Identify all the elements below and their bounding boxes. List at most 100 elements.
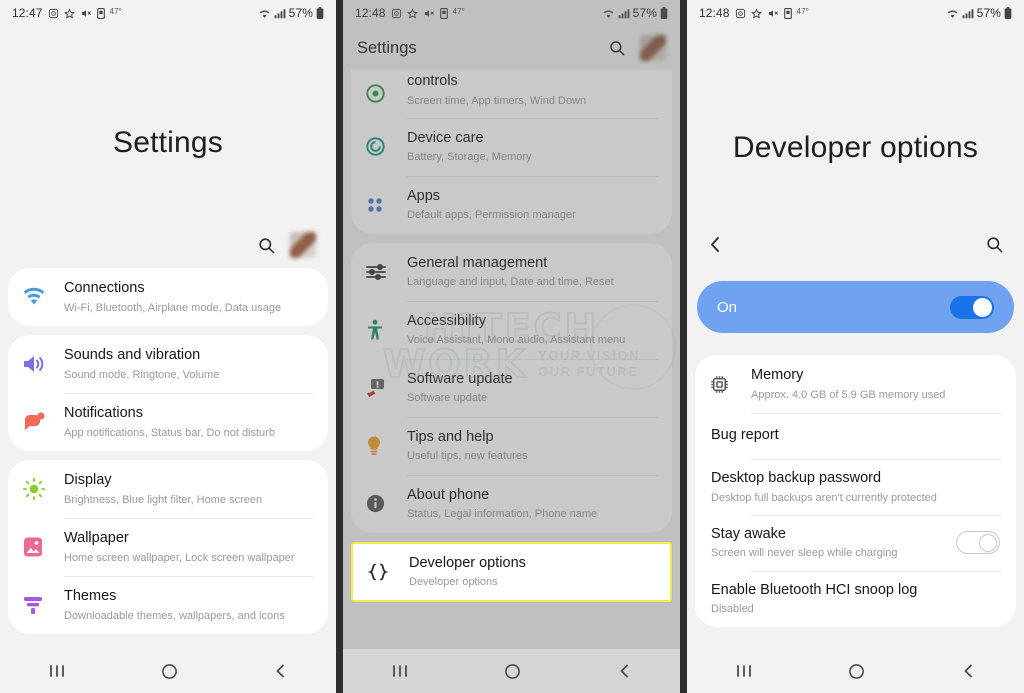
back-chevron-icon[interactable] [707,235,724,254]
status-time: 12:48 [355,6,386,20]
row-subtitle: Home screen wallpaper, Lock screen wallp… [64,551,295,564]
themes-icon [22,594,64,616]
tips-icon [365,435,407,457]
settings-row-wallpaper[interactable]: Wallpaper Home screen wallpaper, Lock sc… [8,518,328,576]
settings-row-themes[interactable]: Themes Downloadable themes, wallpapers, … [8,576,328,634]
recents-icon[interactable] [48,663,66,679]
software-update-icon [365,377,407,399]
avatar[interactable] [640,35,666,61]
system-navigation-bar [0,649,336,693]
signal-icon [274,8,286,19]
dev-row-memory[interactable]: Memory Approx. 4.0 GB of 5.9 GB memory u… [695,355,1016,413]
developer-options-master-toggle[interactable]: On [697,281,1014,333]
wifi-icon [946,8,959,19]
home-icon[interactable] [504,663,521,680]
row-subtitle: Downloadable themes, wallpapers, and ico… [64,609,285,622]
row-title: Desktop backup password [711,470,882,486]
dev-row-desktop-backup-password[interactable]: Desktop backup password Desktop full bac… [695,459,1016,515]
dev-row-stay-awake[interactable]: Stay awake Screen will never sleep while… [695,514,1016,571]
row-title: Themes [64,588,117,605]
screenshot-icon [391,8,402,19]
row-title: Enable Bluetooth HCI snoop log [711,581,918,598]
search-icon[interactable] [257,236,276,255]
search-icon[interactable] [985,235,1004,254]
settings-row-accessibility[interactable]: Accessibility Voice Assistant, Mono audi… [351,300,672,359]
header-actions [0,222,336,268]
status-time: 12:47 [12,6,43,20]
settings-row-apps[interactable]: Apps Default apps, Permission manager [351,175,672,234]
home-icon[interactable] [161,663,178,680]
row-title: Apps [407,187,441,204]
three-phone-screenshot-composite: 12:47 47° 57% Settings Connections Wi-Fi… [0,0,1024,693]
row-subtitle: Brightness, Blue light filter, Home scre… [64,493,263,506]
status-bar: 12:48 47° 57% [687,0,1024,26]
recents-icon[interactable] [391,663,409,679]
search-icon[interactable] [608,39,626,57]
settings-group: Sounds and vibration Sound mode, Rington… [8,335,328,451]
dev-row-enable-bluetooth-hci-snoop-log[interactable]: Enable Bluetooth HCI snoop log Disabled [695,570,1016,627]
wallpaper-icon [22,536,64,558]
battery-icon [316,7,324,19]
row-title: controls [407,73,458,89]
recents-icon[interactable] [735,663,753,679]
star-icon [750,7,762,19]
settings-row-notifications[interactable]: Notifications App notifications, Status … [8,393,328,451]
phone-panel-settings-scrolled: 12:48 47° 57% Settings controls Screen t… [343,0,680,693]
back-icon[interactable] [273,663,288,679]
settings-row-developer-options-highlighted[interactable]: Developer options Developer options [351,541,672,602]
settings-row-display[interactable]: Display Brightness, Blue light filter, H… [8,460,328,518]
row-subtitle: Status, Legal information, Phone name [407,508,598,521]
stay-awake-switch[interactable] [956,531,1000,555]
accessibility-icon [365,319,407,341]
settings-row-sounds-and-vibration[interactable]: Sounds and vibration Sound mode, Rington… [8,335,328,393]
settings-row-connections[interactable]: Connections Wi-Fi, Bluetooth, Airplane m… [8,268,328,326]
row-title: Sounds and vibration [64,347,201,364]
status-bar: 12:47 47° 57% [0,0,336,26]
row-subtitle: Wi-Fi, Bluetooth, Airplane mode, Data us… [64,301,282,314]
phone-panel-settings-home: 12:47 47° 57% Settings Connections Wi-Fi… [0,0,336,693]
settings-row-software-update[interactable]: Software update Software update [351,358,672,417]
signal-icon [962,8,974,19]
row-subtitle: Language and input, Date and time, Reset [407,276,614,289]
sim-icon [439,7,448,19]
back-icon[interactable] [961,663,976,679]
memory-chip-icon [709,374,751,395]
brightness-icon [22,477,64,501]
settings-row-general-management[interactable]: General management Language and input, D… [351,243,672,301]
settings-row-about-phone[interactable]: About phone Status, Legal information, P… [351,474,672,533]
settings-group: Connections Wi-Fi, Bluetooth, Airplane m… [8,268,328,326]
sim-icon [96,7,105,19]
star-icon [406,7,418,19]
settings-row-device-care[interactable]: Device care Battery, Storage, Memory [351,117,672,176]
row-title: Display [64,472,112,489]
row-subtitle: Software update [407,392,488,405]
row-title: Developer options [409,554,526,571]
home-icon[interactable] [848,663,865,680]
panel-divider [336,0,343,693]
app-bar-title: Settings [357,38,417,57]
status-bar: 12:48 47° 57% [343,0,680,26]
avatar[interactable] [290,232,316,258]
master-toggle-switch[interactable] [950,295,994,319]
braces-icon [367,562,409,582]
row-subtitle: Default apps, Permission manager [407,209,576,222]
row-title: Connections [64,280,145,297]
screenshot-icon [735,8,746,19]
mute-icon [767,8,779,19]
apps-icon [365,195,407,215]
row-title: Device care [407,129,484,146]
row-subtitle: Voice Assistant, Mono audio, Assistant m… [407,334,626,347]
info-icon [365,493,407,514]
row-title: General management [407,254,548,271]
phone-panel-developer-options: 12:48 47° 57% Developer options On Memor… [687,0,1024,693]
settings-row-tips-and-help[interactable]: Tips and help Useful tips, new features [351,416,672,475]
screenshot-icon [48,8,59,19]
row-title: Wallpaper [64,530,129,547]
row-subtitle: Sound mode, Ringtone, Volume [64,368,220,381]
page-title: Settings [113,126,223,159]
battery-icon [1004,7,1012,19]
wifi-icon [602,8,615,19]
dev-row-bug-report[interactable]: Bug report [695,413,1016,459]
row-title: About phone [407,486,490,503]
back-icon[interactable] [617,663,632,679]
